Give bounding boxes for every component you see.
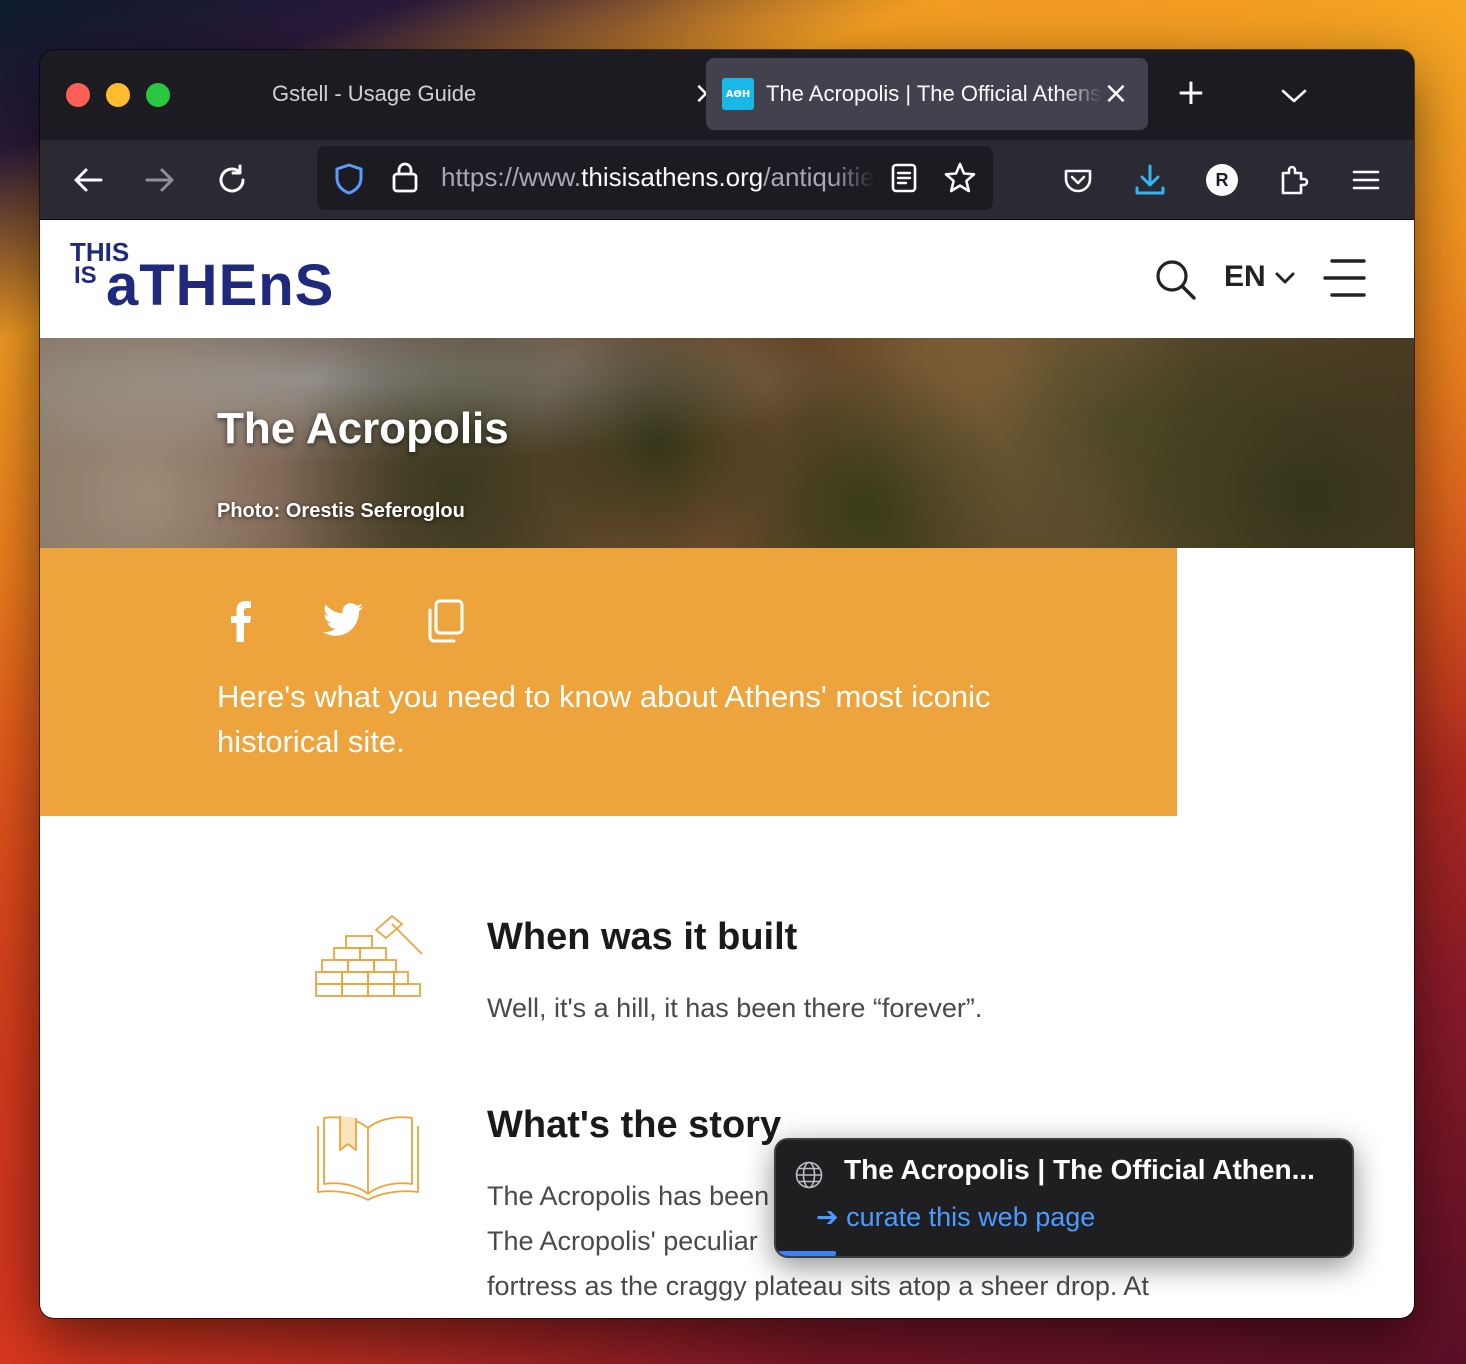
close-window-button[interactable]: [66, 83, 90, 107]
url-prefix: https://www.: [441, 162, 582, 192]
twitter-icon[interactable]: [318, 596, 368, 646]
forward-button[interactable]: [140, 160, 180, 200]
tab-acropolis[interactable]: ΑΘΗ The Acropolis | The Official Athens …: [706, 58, 1148, 130]
site-favicon-icon: ΑΘΗ: [722, 78, 754, 110]
site-header: THIS IS aTHEnS EN: [40, 220, 1414, 338]
browser-window: Gstell - Usage Guide × ΑΘΗ The Acropolis…: [40, 50, 1414, 1318]
facebook-icon[interactable]: [216, 596, 266, 646]
search-icon[interactable]: [1154, 258, 1198, 302]
back-arrow-icon: [74, 168, 103, 192]
account-button[interactable]: R: [1202, 160, 1242, 200]
pocket-button[interactable]: [1058, 160, 1098, 200]
reload-button[interactable]: [212, 160, 252, 200]
lock-icon[interactable]: [391, 160, 419, 194]
extensions-puzzle-icon: [1281, 165, 1309, 195]
svg-text:R: R: [1216, 170, 1229, 190]
site-menu-icon[interactable]: [1322, 258, 1368, 298]
tab-title: The Acropolis | The Official Athens Guid…: [766, 81, 1102, 106]
pocket-icon: [1064, 169, 1092, 193]
reader-view-icon[interactable]: [891, 163, 917, 193]
open-book-icon: [317, 1116, 419, 1201]
url-bar[interactable]: https://www.thisisathens.org/antiquities…: [317, 146, 993, 210]
globe-icon: [795, 1161, 823, 1189]
logo-line-is: IS: [74, 262, 97, 289]
curate-popup[interactable]: The Acropolis | The Official Athen... ➔ …: [774, 1138, 1354, 1258]
curate-link[interactable]: ➔ curate this web page: [816, 1202, 1095, 1233]
chevron-down-icon: [1275, 272, 1295, 284]
hamburger-menu-icon: [1352, 170, 1380, 190]
url-path: /antiquities/the-acropolis: [763, 162, 875, 192]
copy-icon[interactable]: [420, 596, 470, 646]
logo-word-athens: aTHEnS: [106, 253, 335, 318]
url-text[interactable]: https://www.thisisathens.org/antiquities…: [441, 162, 875, 193]
close-tab-icon[interactable]: ×: [1102, 79, 1130, 109]
back-button[interactable]: [68, 160, 108, 200]
page-title: The Acropolis: [217, 404, 509, 453]
app-menu-button[interactable]: [1346, 160, 1386, 200]
tab-strip: Gstell - Usage Guide × ΑΘΗ The Acropolis…: [40, 50, 1414, 140]
account-avatar-icon: R: [1206, 164, 1238, 196]
chevron-down-icon: [1281, 89, 1307, 103]
bookmark-star-icon[interactable]: [943, 161, 977, 195]
intro-text: Here's what you need to know about Athen…: [217, 679, 991, 759]
minimize-window-button[interactable]: [106, 83, 130, 107]
extensions-button[interactable]: [1274, 160, 1314, 200]
navigation-toolbar: https://www.thisisathens.org/antiquities…: [40, 140, 1414, 220]
photo-credit: Photo: Orestis Seferoglou: [217, 500, 465, 522]
section-heading-built: When was it built: [487, 916, 798, 958]
story-line: about 150 metres above sea level, it is …: [487, 1309, 1247, 1318]
forward-arrow-icon: [145, 168, 174, 192]
popup-progress-bar: [778, 1251, 836, 1256]
language-label: EN: [1224, 260, 1266, 293]
popup-title: The Acropolis | The Official Athen...: [844, 1154, 1315, 1185]
new-tab-button[interactable]: +: [1174, 75, 1208, 112]
zoom-window-button[interactable]: [146, 83, 170, 107]
intro-panel: Here's what you need to know about Athen…: [40, 548, 1177, 816]
section-body-built: Well, it's a hill, it has been there “fo…: [487, 993, 983, 1023]
url-host: thisisathens.org: [581, 162, 764, 192]
download-icon: [1135, 164, 1165, 195]
downloads-button[interactable]: [1130, 160, 1170, 200]
bricks-hammer-icon: [315, 914, 423, 997]
tracking-protection-shield-icon[interactable]: [333, 162, 365, 196]
tab-gstell[interactable]: Gstell - Usage Guide ×: [210, 58, 719, 130]
hero-banner: The Acropolis Photo: Orestis Seferoglou: [40, 338, 1414, 548]
tab-title: Gstell - Usage Guide: [272, 81, 477, 106]
story-line: fortress as the craggy plateau sits atop…: [487, 1271, 1149, 1301]
reload-icon: [219, 164, 245, 193]
list-all-tabs-button[interactable]: [1278, 80, 1310, 112]
section-heading-story: What's the story: [487, 1104, 782, 1146]
